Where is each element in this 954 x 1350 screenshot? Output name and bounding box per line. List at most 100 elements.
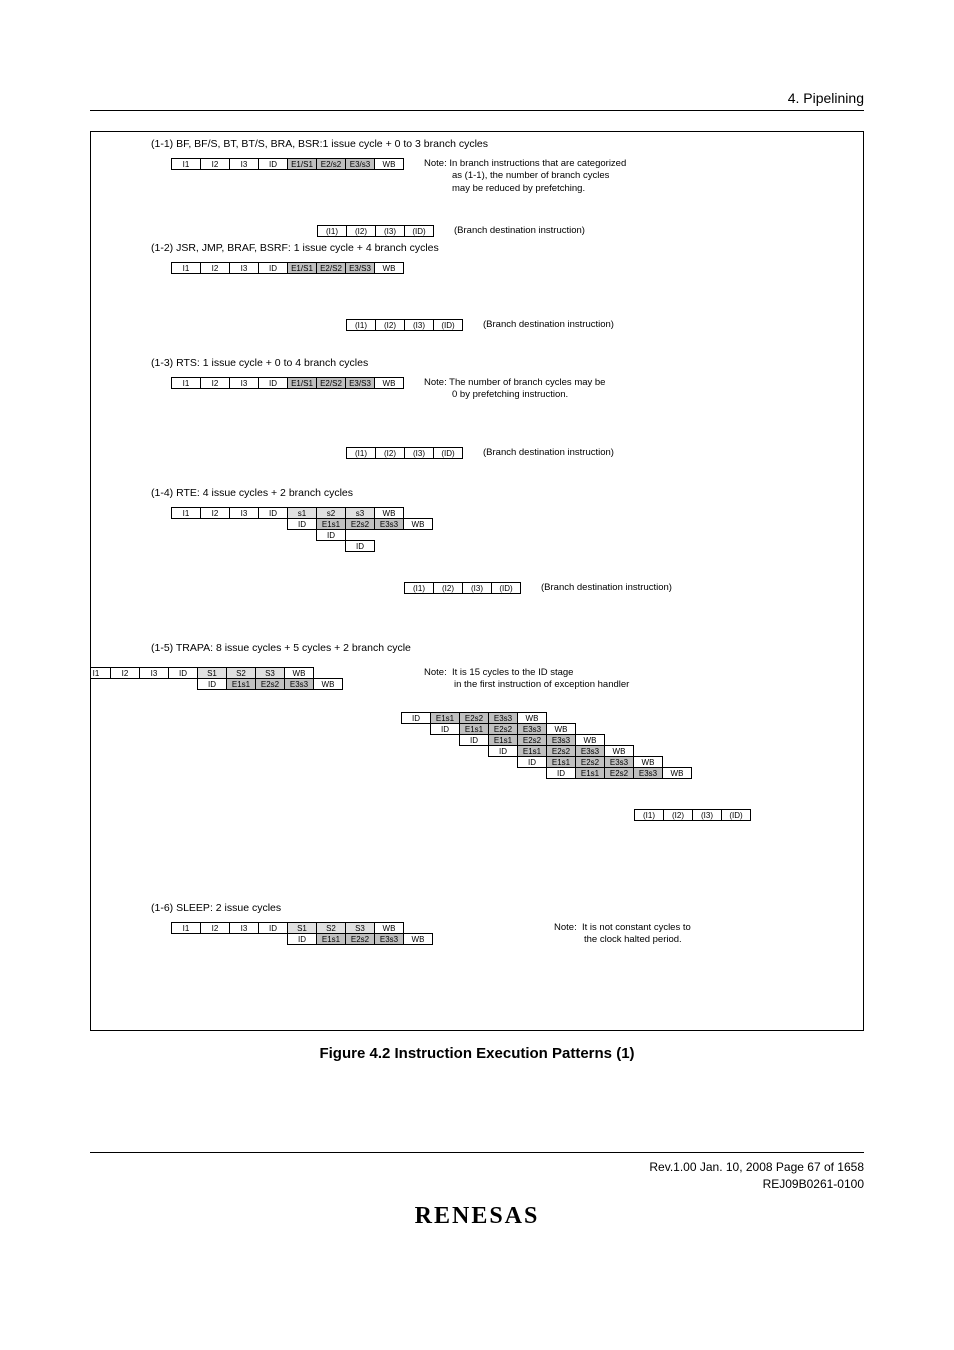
section-1-4: (1-4) RTE: 4 issue cycles + 2 branch cyc… (151, 487, 853, 594)
note: Note: In branch instructions that are ca… (424, 158, 626, 195)
stage: WB (374, 158, 404, 170)
stage: (ID) (491, 582, 521, 594)
stage: (ID) (404, 225, 434, 237)
section-1-1: (1-1) BF, BF/S, BT, BT/S, BRA, BSR:1 iss… (151, 138, 853, 237)
page-header: 4. Pipelining (90, 90, 864, 111)
stage: ID (546, 767, 576, 779)
chapter-label: 4. Pipelining (788, 90, 864, 106)
stage: (I3) (404, 319, 434, 331)
stage: ID (258, 922, 288, 934)
note-line: may be reduced by prefetching. (452, 183, 585, 194)
stage: E2s2 (255, 678, 285, 690)
note-line: 0 by prefetching instruction. (452, 389, 568, 400)
doc-id-line: REJ09B0261-0100 (763, 1177, 864, 1191)
stage: I1 (171, 377, 201, 389)
stage: I2 (110, 667, 140, 679)
section-1-6: (1-6) SLEEP: 2 issue cycles I1 I2 I3 ID … (151, 902, 853, 945)
note-line: Note: The number of branch cycles may be (424, 377, 605, 388)
section-1-2: (1-2) JSR, JMP, BRAF, BSRF: 1 issue cycl… (151, 242, 853, 331)
stage: (ID) (433, 447, 463, 459)
stage: I1 (171, 507, 201, 519)
stage: I1 (171, 158, 201, 170)
stage: (I2) (375, 319, 405, 331)
stage: ID (459, 734, 489, 746)
stage: (I1) (317, 225, 347, 237)
stage: E1/S1 (287, 158, 317, 170)
branch-dest-row: (I1) (I2) (I3) (ID) (Branch destination … (404, 582, 853, 594)
section-1-5-body: I1 I2 I3 ID S1 S2 S3 WB Note: It is 15 c… (91, 667, 858, 821)
note-line: Note: In branch instructions that are ca… (424, 158, 626, 169)
stage: E3s3 (374, 518, 404, 530)
stage: (I2) (346, 225, 376, 237)
stage: (I2) (663, 809, 693, 821)
stage: I3 (229, 377, 259, 389)
stage: E3/S3 (345, 377, 375, 389)
cascade: ID E1s1 E2s2 E3s3 WB ID E1s1 E2s2 E3s3 W… (91, 712, 858, 779)
pipeline-row: I1 I2 I3 ID E1/S1 E2/S2 E3/S3 WB (171, 262, 853, 274)
stage: ID (168, 667, 198, 679)
section-title: (1-6) SLEEP: 2 issue cycles (151, 902, 853, 914)
stage: ID (258, 262, 288, 274)
branch-label: (Branch destination instruction) (483, 319, 614, 331)
note-label: Note: (424, 667, 447, 678)
branch-label: (Branch destination instruction) (541, 582, 672, 594)
stage: WB (403, 518, 433, 530)
branch-label: (Branch destination instruction) (454, 225, 585, 237)
stage: I1 (171, 262, 201, 274)
stage: ID (287, 933, 317, 945)
page-footer: Rev.1.00 Jan. 10, 2008 Page 67 of 1658 R… (90, 1152, 864, 1230)
renesas-logo: RENESAS (90, 1203, 864, 1230)
stage: ID (517, 756, 547, 768)
stage: E1/S1 (287, 377, 317, 389)
stage: E2s2 (345, 518, 375, 530)
note-line: as (1-1), the number of branch cycles (452, 170, 609, 181)
stage: E1s1 (316, 933, 346, 945)
stage: E2/s2 (316, 158, 346, 170)
stage: WB (313, 678, 343, 690)
stage: E2/S2 (316, 262, 346, 274)
note: Note: The number of branch cycles may be… (424, 377, 605, 402)
section-title: (1-4) RTE: 4 issue cycles + 2 branch cyc… (151, 487, 853, 499)
stage: (I3) (375, 225, 405, 237)
figure-caption: Figure 4.2 Instruction Execution Pattern… (90, 1045, 864, 1062)
branch-dest-row: (I1) (I2) (I3) (ID) (Branch destination … (317, 225, 853, 237)
stage: E1s1 (575, 767, 605, 779)
stage: E2s2 (604, 767, 634, 779)
section-title: (1-2) JSR, JMP, BRAF, BSRF: 1 issue cycl… (151, 242, 853, 254)
stage: ID (401, 712, 431, 724)
pipeline-row: ID E1s1 E2s2 E3s3 WB (546, 767, 858, 779)
stage: E2s2 (345, 933, 375, 945)
stage: E3/s3 (345, 158, 375, 170)
stage: ID (345, 540, 375, 552)
section-title: (1-1) BF, BF/S, BT, BT/S, BRA, BSR:1 iss… (151, 138, 853, 150)
stage: WB (662, 767, 692, 779)
note-line: It is 15 cycles to the ID stage (452, 667, 573, 678)
pipeline-row: I1 I2 I3 ID E1/S1 E2/S2 E3/S3 WB Note: T… (171, 377, 853, 402)
stage: I2 (200, 158, 230, 170)
stage: (I2) (433, 582, 463, 594)
stage: I2 (200, 507, 230, 519)
stage: ID (430, 723, 460, 735)
stage: (I1) (346, 447, 376, 459)
stage: (ID) (433, 319, 463, 331)
section-1-3: (1-3) RTS: 1 issue cycle + 0 to 4 branch… (151, 357, 853, 459)
note-line: It is not constant cycles to (582, 922, 691, 933)
stage: I2 (200, 377, 230, 389)
stage: E3s3 (374, 933, 404, 945)
footer-text: Rev.1.00 Jan. 10, 2008 Page 67 of 1658 R… (90, 1159, 864, 1193)
note: Note: It is not constant cycles to the c… (554, 922, 691, 947)
stage: (I1) (346, 319, 376, 331)
figure-frame: (1-1) BF, BF/S, BT, BT/S, BRA, BSR:1 iss… (90, 131, 864, 1031)
stage: (I3) (404, 447, 434, 459)
stage: I3 (229, 922, 259, 934)
stage: ID (287, 518, 317, 530)
stage: I3 (229, 158, 259, 170)
stage: ID (258, 158, 288, 170)
stage: WB (374, 377, 404, 389)
section-1-5: (1-5) TRAPA: 8 issue cycles + 5 cycles +… (151, 642, 853, 662)
stage: ID (488, 745, 518, 757)
section-title: (1-3) RTS: 1 issue cycle + 0 to 4 branch… (151, 357, 853, 369)
stage: E3s3 (633, 767, 663, 779)
branch-label: (Branch destination instruction) (483, 447, 614, 459)
document-page: 4. Pipelining (1-1) BF, BF/S, BT, BT/S, … (0, 0, 954, 1350)
